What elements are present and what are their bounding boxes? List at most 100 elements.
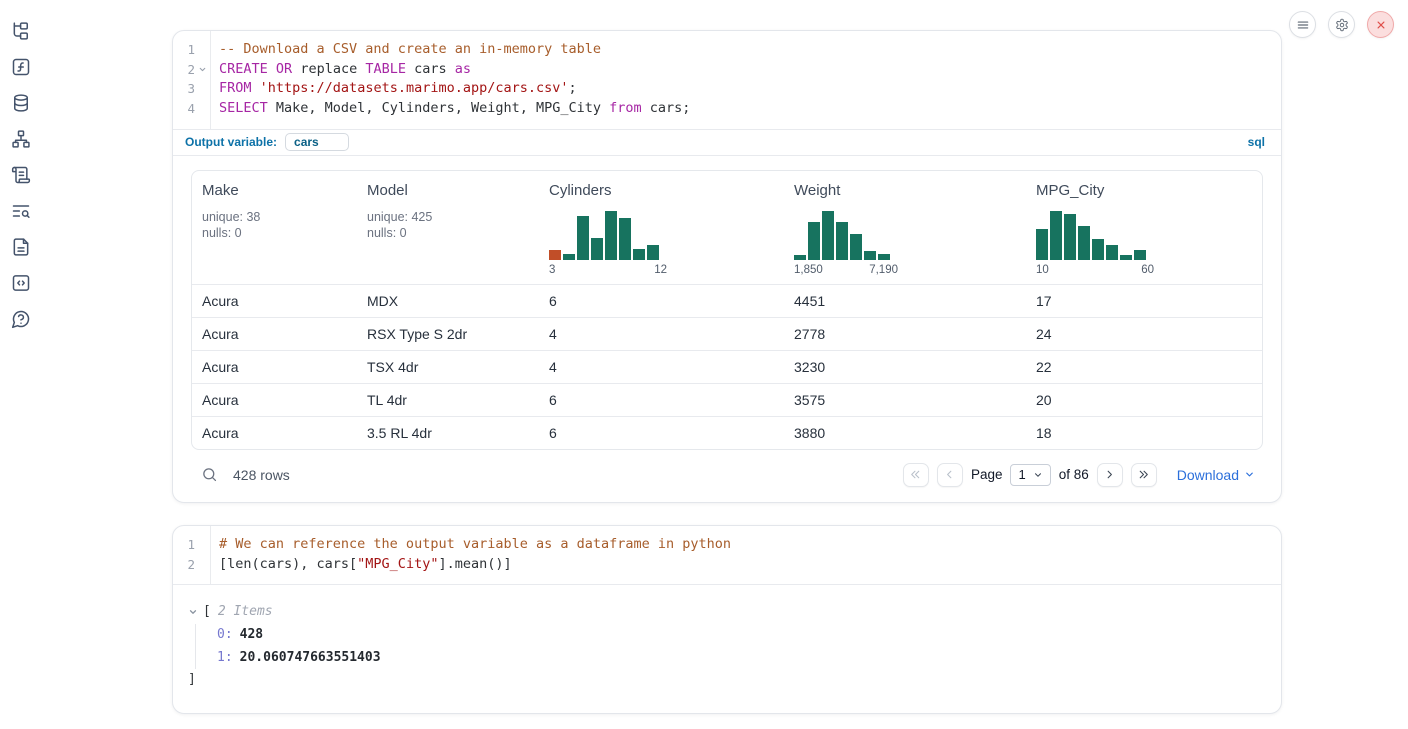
sidebar-icon-panel [0,0,42,329]
code-line[interactable]: 2 [len(cars), cars["MPG_City"].mean()] [173,555,1281,575]
column-header-model[interactable]: Model [367,182,529,199]
axis-min-label: 3 [549,264,555,276]
table-row[interactable]: Acura3.5 RL 4dr6388018 [192,416,1262,449]
code-token: # We can reference the output variable a… [219,536,731,552]
open-bracket: [ [203,604,211,619]
code-token: FROM [219,80,252,96]
code-token [252,80,260,96]
notebook-action-buttons [1289,11,1394,38]
histogram-bar [794,255,806,260]
data-sources-icon[interactable] [11,93,31,113]
variables-icon[interactable] [11,57,31,77]
code-text: # We can reference the output variable a… [210,535,731,555]
table-row[interactable]: AcuraMDX6445117 [192,284,1262,317]
next-page-button[interactable] [1097,463,1123,487]
file-explorer-icon[interactable] [11,21,31,41]
download-button[interactable]: Download [1177,467,1255,483]
page-select[interactable]: 1 [1010,464,1050,486]
code-line[interactable]: 3 FROM 'https://datasets.marimo.app/cars.… [173,79,1281,99]
table-column-header: MPG_City 1060 [1026,171,1262,284]
column-header-cylinders[interactable]: Cylinders [549,182,774,199]
line-number: 4 [173,99,195,119]
code-token: from [609,100,642,116]
output-tree-entry: 0:428 [217,624,1263,647]
table-body: AcuraMDX6445117AcuraRSX Type S 2dr427782… [192,284,1262,449]
histogram-bar [1050,211,1062,260]
histogram-bar [577,216,589,260]
table-cell: 17 [1026,293,1262,309]
table-cell: 3880 [784,425,1026,441]
output-variable-row: Output variable: cars sql [173,129,1281,156]
histogram-bar [1134,250,1146,260]
search-icon[interactable] [201,466,219,484]
code-token: cars [406,61,455,77]
column-header-mpg_city[interactable]: MPG_City [1036,182,1252,199]
table-cell: Acura [192,326,357,342]
row-count: 428 rows [233,467,290,483]
histogram-bar [633,249,645,260]
fold-spacer [195,535,210,555]
table-cell: 22 [1026,359,1262,375]
line-number: 3 [173,79,195,99]
axis-max-label: 12 [654,264,667,276]
histogram-bar [591,238,603,260]
code-line[interactable]: 1-- Download a CSV and create an in-memo… [173,40,1281,60]
table-row[interactable]: AcuraRSX Type S 2dr4277824 [192,317,1262,350]
code-token: "MPG_City" [357,556,438,572]
histogram-bar [864,251,876,260]
column-header-make[interactable]: Make [202,182,347,199]
column-stats: unique: 425nulls: 0 [367,209,529,242]
dependency-graph-icon[interactable] [11,129,31,149]
code-text: [len(cars), cars["MPG_City"].mean()] [210,555,512,575]
line-number: 2 [173,60,195,80]
histogram-bar [647,245,659,260]
table-cell: 6 [539,293,784,309]
line-number: 2 [173,555,195,575]
code-line[interactable]: 2CREATE OR replace TABLE cars as [173,60,1281,80]
axis-max-label: 7,190 [869,264,898,276]
python-editor[interactable]: 1# We can reference the output variable … [173,526,1281,584]
code-line[interactable]: 4SELECT Make, Model, Cylinders, Weight, … [173,99,1281,119]
histogram-axis-labels: 3 12 [549,264,667,276]
column-stat: nulls: 0 [367,225,529,242]
histogram-bar [619,218,631,260]
histogram-bar [1064,214,1076,260]
last-page-button[interactable] [1131,463,1157,487]
histogram-axis-labels: 1060 [1036,264,1154,276]
documentation-icon[interactable] [11,237,31,257]
menu-button[interactable] [1289,11,1316,38]
prev-page-button [937,463,963,487]
histogram-bars [549,208,659,260]
help-icon[interactable] [11,309,31,329]
snippets-icon[interactable] [11,273,31,293]
fold-spacer [195,99,210,119]
data-table: Makeunique: 38nulls: 0Modelunique: 425nu… [191,170,1263,450]
shutdown-button[interactable] [1367,11,1394,38]
table-cell: 3.5 RL 4dr [357,425,539,441]
tree-entry-value: 428 [240,627,263,642]
code-line[interactable]: 1# We can reference the output variable … [173,535,1281,555]
table-cell: Acura [192,359,357,375]
logs-icon[interactable] [11,201,31,221]
column-header-weight[interactable]: Weight [794,182,1016,199]
histogram-bar [808,222,820,260]
table-cell: 4 [539,359,784,375]
table-cell: 6 [539,392,784,408]
page-total-label: of 86 [1059,467,1089,482]
table-row[interactable]: AcuraTSX 4dr4323022 [192,350,1262,383]
output-variable-input[interactable]: cars [285,133,349,151]
histogram-bar [605,211,617,260]
close-bracket: ] [188,672,1263,687]
histogram-bar [1120,255,1132,260]
table-row[interactable]: AcuraTL 4dr6357520 [192,383,1262,416]
sql-editor[interactable]: 1-- Download a CSV and create an in-memo… [173,31,1281,129]
code-token: 'https://datasets.marimo.app/cars.csv' [260,80,569,96]
scratchpad-icon[interactable] [11,165,31,185]
table-footer: 428 rows Page 1 of 86 Download [191,450,1263,502]
collapse-chevron-icon[interactable] [188,607,200,617]
fold-chevron-icon[interactable] [195,60,210,80]
chevron-down-icon [1033,470,1043,480]
table-column-header: Weight1,8507,190 [784,171,1026,284]
histogram-bar [1036,229,1048,260]
settings-button[interactable] [1328,11,1355,38]
